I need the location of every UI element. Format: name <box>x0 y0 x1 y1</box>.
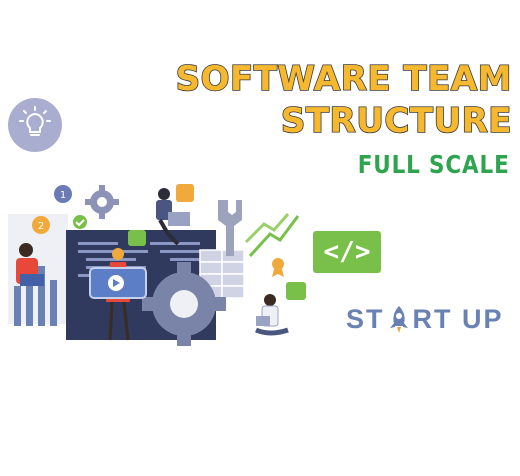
person-sitting <box>255 294 289 336</box>
wrench-icon <box>218 200 242 256</box>
percent-icon <box>128 230 146 246</box>
lightbulb-icon <box>8 98 62 152</box>
growth-arrows <box>244 213 300 258</box>
title-line-2: STRUCTURE <box>280 101 512 141</box>
logo-text-1: ST <box>346 303 385 334</box>
key-icon <box>176 184 194 202</box>
gear-icon <box>85 185 119 219</box>
badge-2-label: 2 <box>38 221 44 232</box>
subtitle: FULL SCALE <box>358 150 510 179</box>
rocket-icon <box>389 306 408 333</box>
medal-icon <box>272 258 284 277</box>
check-icon <box>73 215 87 229</box>
badge-1-label: 1 <box>60 190 66 201</box>
code-icon: </> <box>313 231 381 273</box>
team-illustration: 1 2 <box>8 184 306 346</box>
logo-text-2: RT UP <box>412 303 504 334</box>
startup-logo: ST RT UP <box>346 302 504 336</box>
title-line-1: SOFTWARE TEAM <box>175 59 513 99</box>
stopwatch-icon <box>286 282 306 300</box>
